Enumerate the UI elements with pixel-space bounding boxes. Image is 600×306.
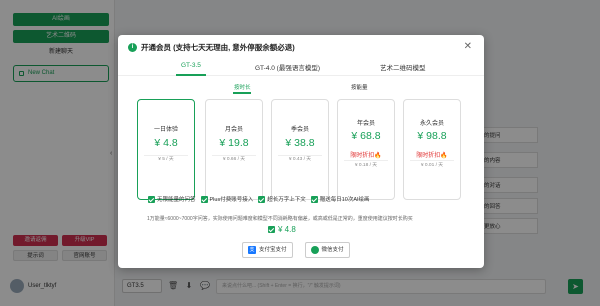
total-price-row: ¥ 4.8 [268, 225, 296, 234]
feature-label: 超长万字上下文 [267, 197, 306, 203]
plan-promo-badge: 限时折扣🔥 [350, 153, 382, 159]
alipay-icon: 支 [248, 246, 256, 254]
check-icon [268, 226, 275, 233]
alipay-button[interactable]: 支 支付宝支付 [242, 242, 293, 258]
plan-card[interactable]: 月会员 ¥ 19.8 ¥ 0.66 / 天 [205, 99, 263, 200]
energy-note: 1万能量≈6000~7000字问答，实际使用问题难度和模型不同消耗略有偏差，或高… [147, 216, 413, 222]
subtab-underline [233, 92, 251, 94]
plan-name: 月会员 [224, 127, 243, 133]
plan-name: 永久会员 [419, 121, 444, 127]
subtab-duration[interactable]: 按时长 [234, 83, 251, 91]
plan-card[interactable]: 一日体验 ¥ 4.8 ¥ 5 / 天 [137, 99, 195, 200]
modal-header: i 开通会员 (支持七天无理由, 意外停服余额必退) [128, 42, 295, 53]
model-tabs: GT-3.5 GT-4.0 (最强语言模型) 艺术二维码模型 [118, 58, 484, 76]
tab-gt40[interactable]: GT-4.0 (最强语言模型) [255, 62, 320, 72]
membership-modal: i 开通会员 (支持七天无理由, 意外停服余额必退) ✕ GT-3.5 GT-4… [118, 35, 484, 268]
check-icon [200, 195, 208, 203]
wechat-pay-button[interactable]: 微信支付 [304, 242, 350, 258]
plan-price: ¥ 68.8 [351, 130, 381, 142]
plan-list: 一日体验 ¥ 4.8 ¥ 5 / 天 月会员 ¥ 19.8 ¥ 0.66 / 天… [137, 98, 467, 200]
plan-price: ¥ 38.8 [285, 137, 315, 149]
tab-gt35[interactable]: GT-3.5 [181, 62, 201, 69]
feature-item: 超长万字上下文 [258, 195, 306, 203]
plan-daily-price: ¥ 0.43 / 天 [288, 157, 312, 162]
close-icon[interactable]: ✕ [464, 41, 472, 52]
feature-label: 无限能量的问答 [157, 197, 196, 203]
plan-name: 季会员 [290, 127, 309, 133]
plan-price: ¥ 98.8 [417, 130, 447, 142]
alipay-label: 支付宝支付 [259, 247, 287, 253]
plan-price: ¥ 19.8 [219, 137, 249, 149]
total-price: ¥ 4.8 [278, 225, 296, 234]
plan-daily-price: ¥ 0.01 / 天 [420, 163, 444, 168]
check-icon [148, 195, 155, 203]
plan-name: 一日体验 [153, 127, 178, 133]
feature-label: Plus付费账号接入 [209, 197, 254, 203]
plan-daily-price: ¥ 0.66 / 天 [222, 157, 246, 162]
check-icon [310, 195, 318, 203]
info-icon: i [128, 43, 137, 52]
wechat-pay-label: 微信支付 [321, 247, 344, 253]
feature-label: 赠送每日10次AI绘画 [319, 197, 370, 203]
subtab-energy[interactable]: 按能量 [351, 83, 368, 91]
payment-buttons: 支 支付宝支付 微信支付 [242, 242, 350, 258]
plan-promo-badge: 限时折扣🔥 [416, 153, 448, 159]
plan-daily-price: ¥ 5 / 天 [158, 157, 174, 162]
modal-title: 开通会员 (支持七天无理由, 意外停服余额必退) [141, 43, 295, 52]
plan-price: ¥ 4.8 [154, 137, 178, 149]
feature-item: 无限能量的问答 [148, 195, 196, 203]
feature-item: Plus付费账号接入 [200, 195, 254, 203]
plan-daily-price: ¥ 0.18 / 天 [354, 163, 378, 168]
plan-card[interactable]: 年会员 ¥ 68.8 限时折扣🔥 ¥ 0.18 / 天 [337, 99, 395, 200]
plan-type-tabs: 按时长 按能量 [118, 80, 484, 94]
check-icon [258, 195, 266, 203]
wechat-icon [310, 246, 319, 254]
tab-art-qrcode[interactable]: 艺术二维码模型 [380, 62, 426, 72]
plan-card[interactable]: 季会员 ¥ 38.8 ¥ 0.43 / 天 [271, 99, 329, 200]
tab-underline [176, 74, 206, 76]
plan-card[interactable]: 永久会员 ¥ 98.8 限时折扣🔥 ¥ 0.01 / 天 [403, 99, 461, 200]
plan-name: 年会员 [356, 121, 375, 127]
feature-item: 赠送每日10次AI绘画 [310, 195, 370, 203]
feature-list: 无限能量的问答 Plus付费账号接入 超长万字上下文 赠送每日10次AI绘画 [148, 195, 468, 203]
